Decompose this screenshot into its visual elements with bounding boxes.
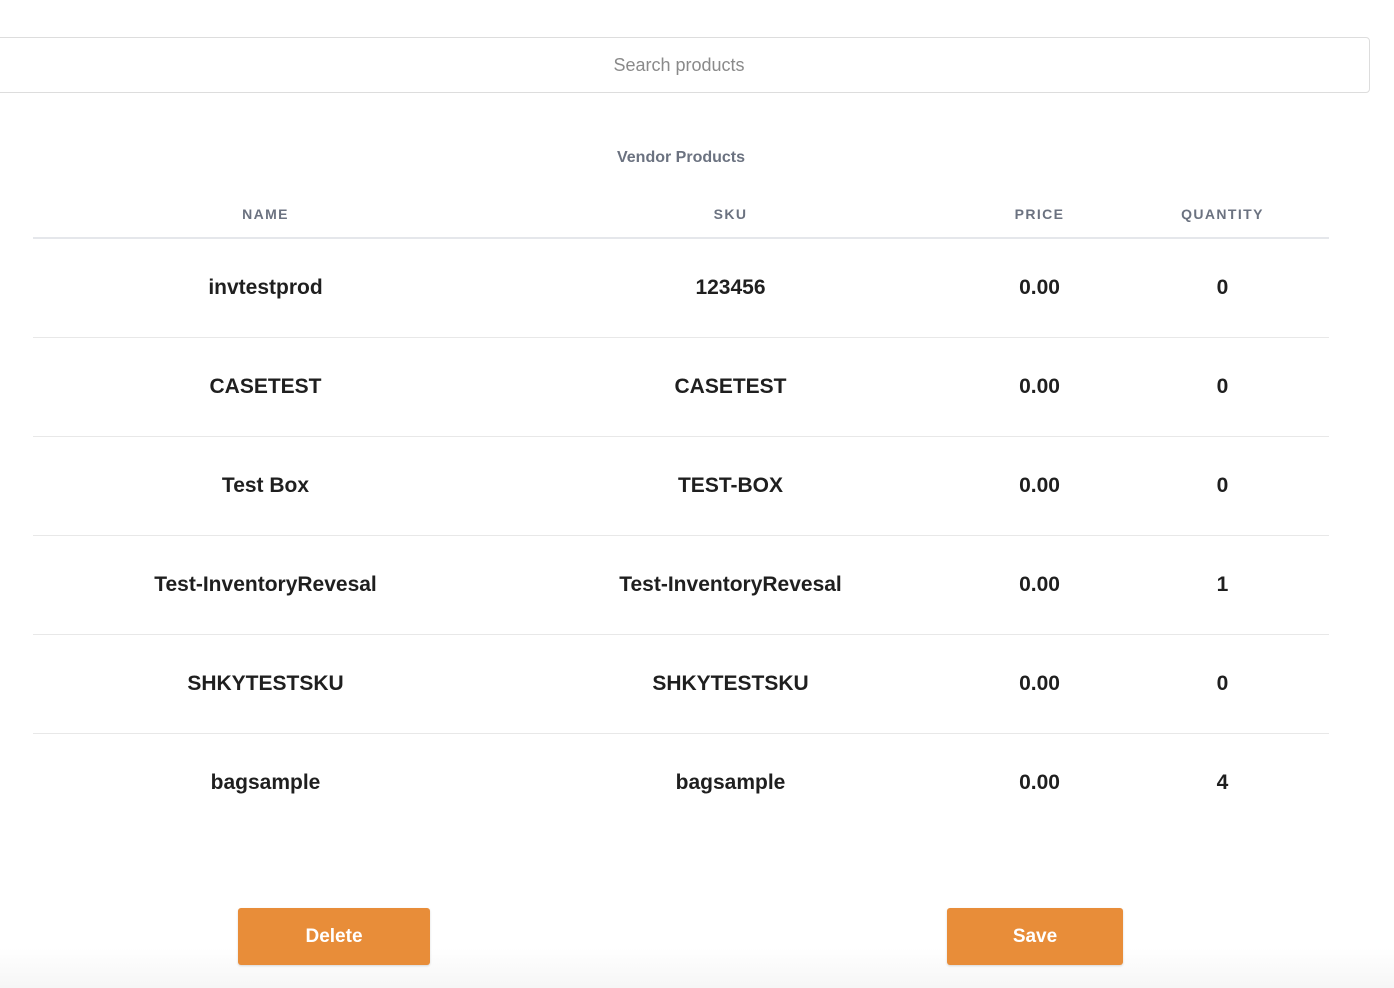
table-header-row: NAME SKU PRICE QUANTITY	[33, 190, 1329, 239]
vendor-products-page: Vendor Products NAME SKU PRICE QUANTITY …	[0, 0, 1394, 988]
product-name-cell: bagsample	[210, 771, 321, 794]
product-sku-cell: TEST-BOX	[498, 436, 963, 536]
product-sku-cell: bagsample	[675, 771, 786, 794]
product-quantity-cell: 0	[1116, 238, 1329, 338]
table-row[interactable]: SHKYTESTSKU SHKYTESTSKU 0.00 0	[33, 634, 1329, 734]
table-row[interactable]: CASETEST CASETEST 0.00 0	[33, 337, 1329, 437]
product-quantity-cell: 1	[1116, 535, 1329, 635]
product-name-cell: invtestprod	[33, 238, 498, 338]
product-sku-cell: CASETEST	[498, 337, 963, 437]
section-title: Vendor Products	[616, 149, 746, 166]
product-quantity-cell: 0	[1116, 337, 1329, 437]
product-price-cell: 0.00	[1019, 771, 1060, 794]
column-header-sku: SKU	[498, 190, 963, 239]
table-row[interactable]: Test Box TEST-BOX 0.00 0	[33, 436, 1329, 536]
save-button[interactable]: Save	[947, 908, 1123, 965]
column-header-price: PRICE	[963, 190, 1116, 239]
search-input[interactable]	[0, 38, 1369, 92]
product-name-cell: Test Box	[33, 436, 498, 536]
product-price-cell: 0.00	[963, 634, 1116, 734]
product-price-cell: 0.00	[963, 337, 1116, 437]
product-sku-cell: SHKYTESTSKU	[498, 634, 963, 734]
bottom-shade	[0, 948, 1394, 988]
product-quantity-cell: 4	[1216, 771, 1229, 794]
table-row[interactable]: bagsample bagsample 0.00 4	[33, 734, 1329, 833]
product-quantity-cell: 0	[1116, 436, 1329, 536]
product-name-cell: SHKYTESTSKU	[33, 634, 498, 734]
product-name-cell: Test-InventoryRevesal	[33, 535, 498, 635]
product-sku-cell: 123456	[498, 238, 963, 338]
table-row[interactable]: invtestprod 123456 0.00 0	[33, 238, 1329, 338]
column-header-quantity: QUANTITY	[1116, 190, 1329, 239]
product-sku-cell: Test-InventoryRevesal	[498, 535, 963, 635]
table-header: NAME SKU PRICE QUANTITY	[33, 190, 1329, 239]
delete-button[interactable]: Delete	[238, 908, 430, 965]
products-table: NAME SKU PRICE QUANTITY invtestprod 1234…	[33, 190, 1329, 832]
product-quantity-cell: 0	[1116, 634, 1329, 734]
table-body: invtestprod 123456 0.00 0 CASETEST CASET…	[33, 238, 1329, 832]
product-price-cell: 0.00	[963, 535, 1116, 635]
column-header-name: NAME	[33, 190, 498, 239]
product-price-cell: 0.00	[963, 436, 1116, 536]
table-row[interactable]: Test-InventoryRevesal Test-InventoryReve…	[33, 535, 1329, 635]
product-price-cell: 0.00	[963, 238, 1116, 338]
search-box	[0, 37, 1370, 93]
product-name-cell: CASETEST	[33, 337, 498, 437]
